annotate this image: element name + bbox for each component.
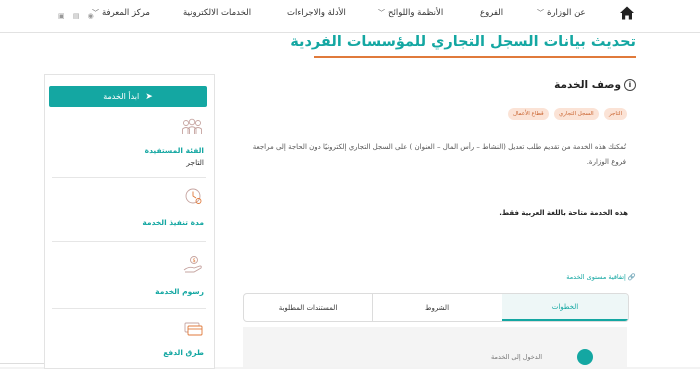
steps-panel (243, 327, 627, 367)
divider (0, 363, 44, 364)
tag-business-sector[interactable]: قطاع الأعمال (508, 108, 549, 120)
step-1-marker (577, 349, 593, 365)
sla-link-text: إتفاقية مستوى الخدمة (566, 273, 626, 281)
start-button-label: ابدأ الخدمة (103, 92, 140, 101)
nav-branches[interactable]: الفروع (480, 8, 503, 18)
divider (52, 308, 206, 309)
chevron-down-icon: ﹀ (92, 9, 99, 17)
nav-guides[interactable]: الأدلة والاجراءات (287, 8, 346, 18)
nav-label: الأنظمة واللوائح (388, 8, 444, 18)
svg-text:$: $ (193, 258, 196, 264)
tag-commercial-register[interactable]: السجل التجاري (554, 108, 599, 120)
service-description-heading: iوصف الخدمة (554, 79, 636, 91)
page-title: تحديث بيانات السجل التجاري للمؤسسات الفر… (290, 34, 636, 50)
chevron-down-icon: ﹀ (537, 9, 544, 17)
home-icon[interactable] (619, 5, 635, 21)
chevron-down-icon: ﹀ (378, 9, 385, 17)
divider (52, 241, 206, 242)
top-navbar: ▣ ▤ ◉ مركز المعرفة﹀ الخدمات الالكترونية … (0, 0, 700, 33)
accessibility-icons[interactable]: ▣ ▤ ◉ (58, 12, 97, 20)
link-icon: 🔗 (627, 273, 636, 281)
info-icon: i (624, 79, 636, 91)
duration-label: مدة تنفيذ الخدمة (142, 218, 204, 227)
money-hand-icon: $ (183, 256, 202, 273)
payment-card-icon (184, 322, 203, 336)
nav-e-services[interactable]: الخدمات الالكترونية (183, 8, 251, 18)
nav-label: الفروع (480, 8, 504, 18)
service-tabs: المستندات المطلوبة الشروط الخطوات (243, 293, 629, 322)
nav-knowledge-center[interactable]: مركز المعرفة﹀ (92, 8, 150, 18)
people-icon (182, 118, 202, 134)
nav-label: عن الوزارة (547, 8, 586, 18)
beneficiary-value: التاجر (186, 158, 204, 167)
nav-label: الأدلة والاجراءات (287, 8, 346, 18)
start-service-button[interactable]: ➤ ابدأ الخدمة (49, 86, 207, 107)
language-note: هذه الخدمة متاحة باللغة العربية فقط. (499, 209, 628, 217)
nav-regulations[interactable]: الأنظمة واللوائح﹀ (378, 8, 443, 18)
payment-label: طرق الدفع (163, 348, 204, 357)
step-1-text: الدخول إلى الخدمة (491, 353, 542, 361)
fees-label: رسوم الخدمة (155, 287, 204, 296)
title-underline (314, 56, 636, 58)
tab-required-documents[interactable]: المستندات المطلوبة (244, 294, 373, 321)
service-description: تُمكنك هذه الخدمة من تقديم طلب تعديل (ال… (252, 143, 626, 166)
nav-about[interactable]: عن الوزارة﹀ (537, 8, 586, 18)
send-icon: ➤ (145, 91, 153, 102)
tag-merchant[interactable]: التاجر (604, 108, 627, 120)
divider (52, 177, 206, 178)
heading-text: وصف الخدمة (554, 79, 621, 91)
clock-icon (185, 188, 202, 204)
tab-steps[interactable]: الخطوات (502, 294, 628, 321)
nav-label: الخدمات الالكترونية (183, 8, 252, 18)
sla-link[interactable]: 🔗 إتفاقية مستوى الخدمة (566, 273, 636, 281)
tab-conditions[interactable]: الشروط (372, 294, 503, 321)
nav-label: مركز المعرفة (102, 8, 150, 18)
beneficiary-label: الفئة المستفيدة (144, 146, 204, 155)
